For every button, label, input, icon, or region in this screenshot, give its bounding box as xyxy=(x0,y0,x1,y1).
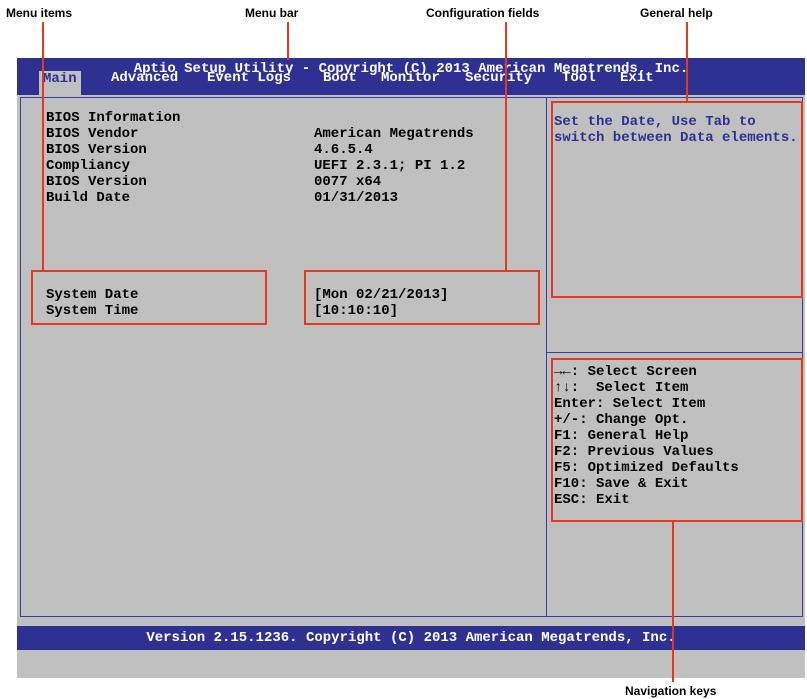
general-help-highlight xyxy=(551,101,803,298)
panel-divider-horizontal xyxy=(547,352,803,353)
menu-tab-main[interactable]: Main xyxy=(39,71,81,95)
menu-tab-security[interactable]: Security xyxy=(461,70,536,87)
callout-configuration-fields: Configuration fields xyxy=(426,6,540,20)
callout-line-general-help xyxy=(686,22,688,101)
navigation-keys-highlight xyxy=(551,358,803,522)
menu-tab-exit[interactable]: Exit xyxy=(616,70,658,87)
info-value-build-date: 01/31/2013 xyxy=(314,190,399,206)
callout-general-help: General help xyxy=(640,6,713,20)
bios-info-heading: BIOS Information xyxy=(46,110,181,126)
menu-items-highlight xyxy=(31,270,267,325)
info-label-build-date: Build Date xyxy=(46,190,131,206)
info-value-version: 4.6.5.4 xyxy=(314,142,373,158)
menu-tab-tool[interactable]: Tool xyxy=(558,70,600,87)
info-value-vendor: American Megatrends xyxy=(314,126,474,142)
callout-menu-bar: Menu bar xyxy=(245,6,299,20)
menu-tab-boot[interactable]: Boot xyxy=(319,70,361,87)
callout-line-menu-bar xyxy=(287,22,289,60)
menu-tab-advanced[interactable]: Advanced xyxy=(107,70,182,87)
menu-tab-event-logs[interactable]: Event Logs xyxy=(203,70,295,87)
footer-bar: Version 2.15.1236. Copyright (C) 2013 Am… xyxy=(17,626,805,650)
callout-line-configuration-fields xyxy=(505,22,507,270)
info-label-version-2: BIOS Version xyxy=(46,174,147,190)
callout-line-navigation-keys xyxy=(672,522,674,682)
menu-tab-monitor[interactable]: Monitor xyxy=(377,70,444,87)
info-value-version-2: 0077 x64 xyxy=(314,174,382,190)
callout-menu-items: Menu items xyxy=(6,6,73,20)
footer-text: Version 2.15.1236. Copyright (C) 2013 Am… xyxy=(146,630,676,646)
info-label-vendor: BIOS Vendor xyxy=(46,126,139,142)
callout-line-menu-items xyxy=(42,22,44,270)
info-label-version: BIOS Version xyxy=(46,142,147,158)
config-fields-highlight xyxy=(304,270,540,325)
callout-navigation-keys: Navigation keys xyxy=(625,684,717,698)
panel-divider-vertical xyxy=(546,97,547,617)
info-value-compliancy: UEFI 2.3.1; PI 1.2 xyxy=(314,158,466,174)
info-label-compliancy: Compliancy xyxy=(46,158,131,174)
